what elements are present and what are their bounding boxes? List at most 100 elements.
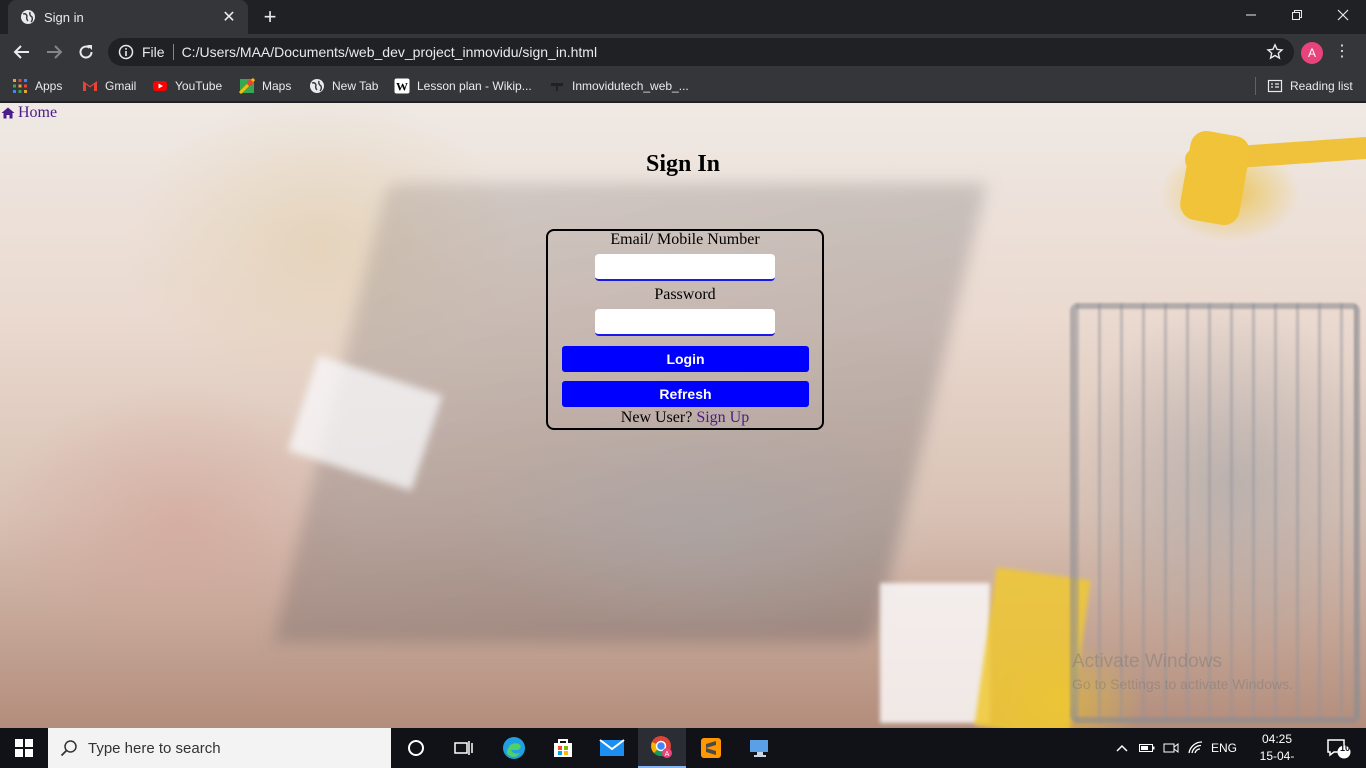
start-button[interactable] <box>0 728 48 768</box>
chevron-up-icon <box>1116 744 1128 752</box>
meet-now-indicator[interactable] <box>1160 728 1182 768</box>
activate-windows-watermark: Activate Windows Go to Settings to activ… <box>1072 651 1293 692</box>
cortana-button[interactable] <box>392 728 440 768</box>
watermark-title: Activate Windows <box>1072 651 1222 672</box>
info-icon[interactable] <box>118 44 134 60</box>
reading-list-label: Reading list <box>1290 79 1353 93</box>
signup-prompt: New User? Sign Up <box>548 409 822 427</box>
show-hidden-icons-button[interactable] <box>1112 728 1132 768</box>
windows-taskbar: Type here to search A ENG 04:25 15-04-20… <box>0 728 1366 768</box>
bookmarks-divider <box>1255 77 1256 95</box>
restore-icon <box>1292 10 1302 20</box>
url-text[interactable]: C:/Users/MAA/Documents/web_dev_project_i… <box>182 44 1266 60</box>
desktop-app[interactable] <box>736 728 784 768</box>
reading-list-icon <box>1267 79 1283 93</box>
youtube-icon <box>153 81 167 91</box>
taskbar-search[interactable]: Type here to search <box>48 728 391 768</box>
restore-button[interactable] <box>1274 0 1320 30</box>
wikipedia-icon: W <box>394 78 410 94</box>
store-bag-icon <box>554 739 572 757</box>
monitor-icon <box>750 740 768 757</box>
edge-icon <box>503 737 525 759</box>
refresh-button[interactable]: Refresh <box>562 381 809 407</box>
mail-app[interactable] <box>588 728 636 768</box>
omnibox-divider <box>172 44 174 60</box>
gmail-icon <box>83 81 97 91</box>
camera-icon <box>1163 743 1179 753</box>
bookmark-gmail[interactable]: Gmail <box>82 76 136 96</box>
reading-list-button[interactable]: Reading list <box>1267 76 1353 96</box>
task-view-icon <box>454 741 473 755</box>
bookmark-maps[interactable]: Maps <box>239 76 291 96</box>
background-cart-grip <box>1177 128 1253 228</box>
menu-kebab-icon[interactable]: ⋮ <box>1334 40 1350 64</box>
arrow-right-icon <box>47 45 63 59</box>
home-link-label: Home <box>18 104 58 121</box>
email-field[interactable] <box>595 254 775 281</box>
mail-icon <box>599 739 625 756</box>
login-button[interactable]: Login <box>562 346 809 372</box>
sublime-text-app[interactable] <box>687 728 735 768</box>
forward-button[interactable] <box>40 38 68 66</box>
password-label: Password <box>654 286 716 303</box>
page-title: Sign In <box>645 151 721 177</box>
bookmark-wikipedia[interactable]: W Lesson plan - Wikip... <box>394 76 532 96</box>
new-tab-button[interactable]: + <box>258 4 282 30</box>
bookmark-inmovidutech[interactable]: Inmovidutech_web_... <box>549 76 689 96</box>
bookmark-label: New Tab <box>332 79 379 93</box>
reload-button[interactable] <box>72 38 100 66</box>
signup-link[interactable]: Sign Up <box>696 409 749 426</box>
bookmark-icon <box>551 83 563 91</box>
bookmark-label: Maps <box>262 79 292 93</box>
omnibox-scheme-label: File <box>142 44 165 60</box>
watermark-subtitle: Go to Settings to activate Windows. <box>1072 676 1293 692</box>
password-field[interactable] <box>595 309 775 336</box>
background-box <box>880 583 990 723</box>
globe-icon <box>21 10 35 24</box>
cortana-icon <box>408 740 424 756</box>
chrome-app[interactable]: A <box>638 728 686 768</box>
search-placeholder: Type here to search <box>88 739 221 757</box>
edge-app[interactable] <box>490 728 538 768</box>
back-button[interactable] <box>8 38 36 66</box>
chrome-icon: A <box>651 736 672 758</box>
bookmark-youtube[interactable]: YouTube <box>152 76 222 96</box>
address-bar[interactable]: File C:/Users/MAA/Documents/web_dev_proj… <box>108 38 1294 66</box>
notification-count: 10 <box>1339 743 1350 753</box>
bookmark-label: Gmail <box>105 79 137 93</box>
bookmark-label: Inmovidutech_web_... <box>572 79 689 93</box>
wifi-icon <box>1188 741 1203 754</box>
star-icon[interactable] <box>1266 43 1284 61</box>
page-viewport: Home Sign In Email/ Mobile Number Passwo… <box>0 103 1366 728</box>
notifications-button[interactable]: 10 <box>1318 728 1358 768</box>
profile-avatar[interactable]: A <box>1301 42 1323 64</box>
apps-grid-icon <box>13 79 27 93</box>
globe-icon <box>310 79 324 93</box>
home-link[interactable]: Home <box>1 104 57 122</box>
minimize-button[interactable] <box>1228 0 1274 30</box>
browser-toolbar: File C:/Users/MAA/Documents/web_dev_proj… <box>0 34 1366 70</box>
new-user-text: New User? <box>620 409 693 426</box>
close-window-button[interactable] <box>1320 0 1366 30</box>
search-icon <box>60 740 77 757</box>
browser-tab[interactable]: Sign in ✕ <box>8 0 248 34</box>
language-indicator[interactable]: ENG <box>1208 728 1240 768</box>
home-icon <box>1 107 15 119</box>
wifi-indicator[interactable] <box>1185 728 1207 768</box>
taskbar-clock[interactable]: 04:25 15-04-2021 <box>1248 731 1306 768</box>
bookmark-apps[interactable]: Apps <box>12 76 62 96</box>
browser-tabstrip: Sign in ✕ + <box>0 0 1366 34</box>
signin-form: Email/ Mobile Number Password Login Refr… <box>546 229 824 430</box>
task-view-button[interactable] <box>440 728 488 768</box>
email-label: Email/ Mobile Number <box>610 231 760 248</box>
tab-close-icon[interactable]: ✕ <box>220 7 238 27</box>
minimize-icon <box>1246 14 1256 16</box>
battery-indicator[interactable] <box>1136 728 1158 768</box>
bookmark-label: Apps <box>35 79 63 93</box>
battery-icon <box>1139 744 1155 752</box>
store-app[interactable] <box>539 728 587 768</box>
clock-date: 15-04-2021 <box>1259 749 1295 768</box>
tab-title: Sign in <box>44 9 84 25</box>
bookmark-new-tab[interactable]: New Tab <box>309 76 378 96</box>
maps-icon <box>239 78 255 94</box>
